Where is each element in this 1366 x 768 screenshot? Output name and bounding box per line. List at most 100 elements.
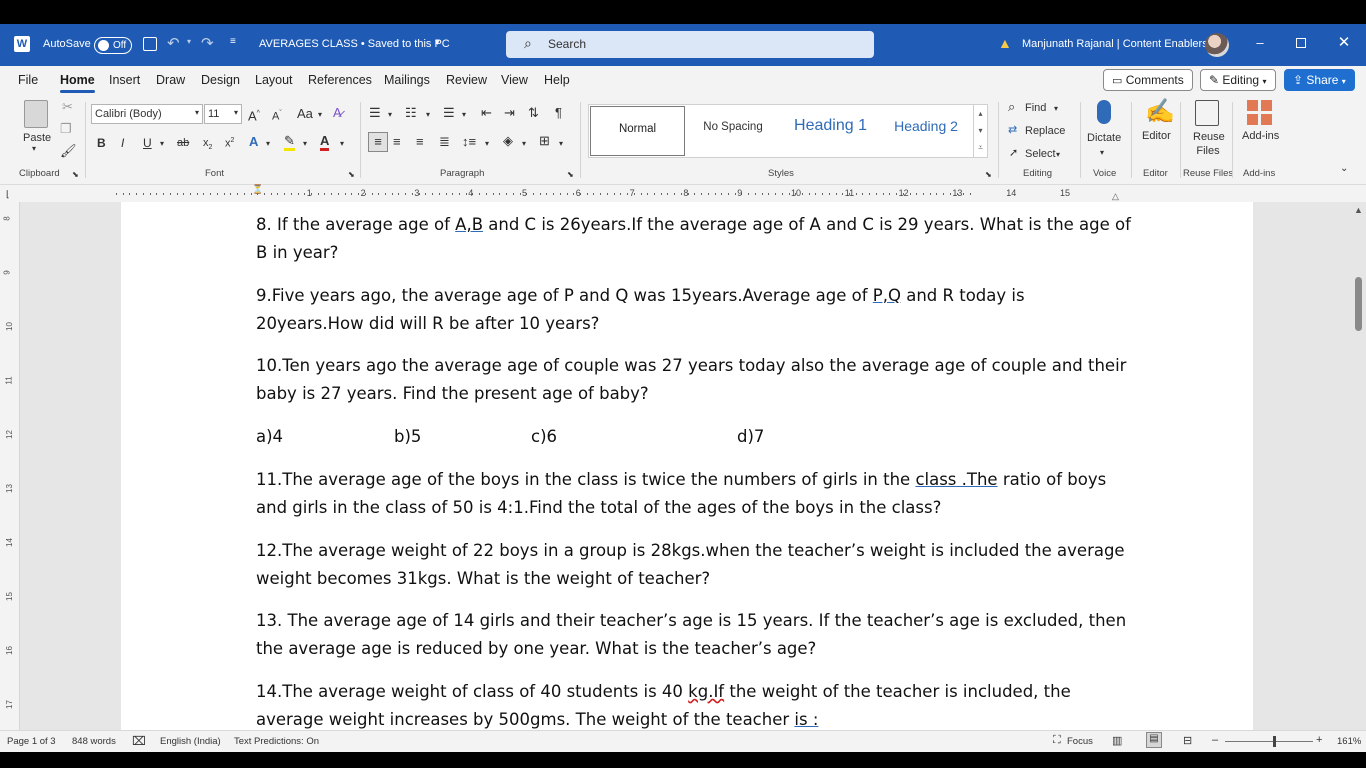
- underline-icon[interactable]: U: [143, 136, 152, 150]
- web-layout-icon[interactable]: ⊟: [1183, 734, 1192, 747]
- word-app-icon[interactable]: W: [14, 36, 30, 52]
- editor-icon[interactable]: ✍: [1145, 99, 1175, 125]
- chevron-down-icon[interactable]: ▾: [160, 137, 164, 151]
- restore-icon[interactable]: [1294, 36, 1308, 50]
- editing-mode-button[interactable]: ✎ Editing ▾: [1200, 69, 1276, 91]
- question-13[interactable]: 13. The average age of 14 girls and thei…: [256, 607, 1136, 663]
- chevron-down-icon[interactable]: ▾: [388, 108, 392, 122]
- minimize-icon[interactable]: –: [1253, 36, 1267, 50]
- share-button[interactable]: ⇪ Share ▾: [1284, 69, 1355, 91]
- font-color-icon[interactable]: A: [320, 134, 330, 151]
- save-icon[interactable]: [143, 37, 157, 51]
- tab-review[interactable]: Review: [446, 73, 487, 87]
- zoom-out-icon[interactable]: –: [1212, 734, 1218, 746]
- grow-font-icon[interactable]: A^: [248, 107, 260, 123]
- autosave-toggle[interactable]: Off: [94, 37, 132, 54]
- style-no-spacing[interactable]: No Spacing: [688, 105, 778, 157]
- chevron-down-icon[interactable]: ▾: [485, 137, 489, 151]
- strikethrough-icon[interactable]: ab: [177, 136, 189, 150]
- search-box[interactable]: ⌕ Search: [506, 31, 874, 58]
- replace-icon[interactable]: ⇄: [1008, 123, 1017, 137]
- redo-icon[interactable]: ↷: [201, 34, 214, 52]
- find-icon[interactable]: ⌕: [1008, 100, 1015, 114]
- styles-scroll[interactable]: ▴ ▾ ⩡: [973, 105, 987, 157]
- undo-dropdown-icon[interactable]: ▾: [187, 37, 191, 46]
- superscript-icon[interactable]: x2: [225, 134, 234, 151]
- customize-toolbar-icon[interactable]: ≡: [230, 36, 236, 47]
- chevron-down-icon[interactable]: ▾: [1056, 148, 1060, 162]
- print-layout-icon[interactable]: ▤: [1146, 732, 1162, 748]
- page-count[interactable]: Page 1 of 3: [7, 736, 56, 747]
- document-title[interactable]: AVERAGES CLASS • Saved to this PC: [259, 38, 450, 50]
- font-name-select[interactable]: Calibri (Body) ▾: [91, 104, 203, 124]
- sort-icon[interactable]: ⇅: [528, 106, 539, 120]
- font-size-select[interactable]: 11 ▾: [204, 104, 242, 124]
- more-styles-icon[interactable]: ⩡: [974, 139, 987, 156]
- reuse-files-icon[interactable]: [1195, 100, 1219, 126]
- add-ins-button[interactable]: Add-ins: [1242, 130, 1279, 142]
- focus-icon[interactable]: ⛶: [1053, 734, 1061, 747]
- replace-button[interactable]: Replace: [1025, 125, 1065, 137]
- focus-button[interactable]: Focus: [1067, 736, 1093, 747]
- vertical-scrollbar[interactable]: ▲: [1350, 202, 1366, 730]
- justify-icon[interactable]: ≣: [439, 135, 450, 149]
- chevron-down-icon[interactable]: ▾: [318, 108, 322, 122]
- tab-selector-icon[interactable]: ⌊: [6, 189, 10, 200]
- chevron-down-icon[interactable]: ▾: [266, 137, 270, 151]
- cut-icon[interactable]: ✂: [62, 100, 73, 114]
- style-heading-1[interactable]: Heading 1: [783, 105, 878, 157]
- microphone-icon[interactable]: [1097, 100, 1111, 124]
- tab-layout[interactable]: Layout: [255, 73, 293, 87]
- chevron-down-icon[interactable]: ▾: [426, 108, 430, 122]
- clear-formatting-icon[interactable]: A̷: [333, 106, 342, 120]
- zoom-slider-thumb[interactable]: [1273, 736, 1276, 747]
- align-left-icon[interactable]: ≡: [368, 132, 388, 152]
- question-10-options[interactable]: a)4 b)5 c)6 d)7: [256, 423, 1136, 451]
- warning-icon[interactable]: ▲: [998, 35, 1012, 51]
- horizontal-ruler[interactable]: ⌊ ⏳ △ 1 2 3 4 5 6 7 8 9 10 11 12 13 14 15: [0, 184, 1366, 202]
- line-spacing-icon[interactable]: ↕≡: [462, 135, 476, 149]
- document-page[interactable]: 8. If the average age of A,B and C is 26…: [121, 202, 1253, 730]
- borders-icon[interactable]: ⊞: [539, 134, 550, 148]
- highlight-icon[interactable]: ✎: [284, 134, 295, 151]
- paste-button[interactable]: Paste ▾: [22, 100, 52, 156]
- tab-view[interactable]: View: [501, 73, 528, 87]
- chevron-down-icon[interactable]: ▾: [462, 108, 466, 122]
- style-normal[interactable]: Normal: [590, 106, 685, 156]
- reuse-files-button[interactable]: Reuse Files: [1193, 130, 1225, 158]
- align-right-icon[interactable]: ≡: [416, 135, 424, 149]
- numbering-icon[interactable]: ☷: [405, 106, 417, 120]
- increase-indent-icon[interactable]: ⇥: [504, 106, 515, 120]
- italic-icon[interactable]: I: [121, 136, 124, 150]
- zoom-in-icon[interactable]: +: [1316, 734, 1322, 746]
- style-heading-2[interactable]: Heading 2: [881, 105, 971, 157]
- language[interactable]: English (India): [160, 736, 221, 747]
- question-12[interactable]: 12.The average weight of 22 boys in a gr…: [256, 537, 1136, 593]
- close-icon[interactable]: ✕: [1337, 35, 1351, 50]
- zoom-level[interactable]: 161%: [1337, 736, 1361, 747]
- tab-mailings[interactable]: Mailings: [384, 73, 430, 87]
- bold-icon[interactable]: B: [97, 136, 106, 150]
- chevron-down-icon[interactable]: ▾: [1054, 102, 1058, 116]
- chevron-down-icon[interactable]: ▾: [303, 137, 307, 151]
- tab-file[interactable]: File: [18, 73, 38, 87]
- question-14[interactable]: 14.The average weight of class of 40 stu…: [256, 678, 1136, 730]
- chevron-down-icon[interactable]: ▾: [1100, 146, 1104, 160]
- subscript-icon[interactable]: x2: [203, 136, 212, 155]
- add-ins-icon[interactable]: [1247, 100, 1272, 125]
- clipboard-launcher-icon[interactable]: ⬊: [72, 168, 79, 182]
- select-icon[interactable]: ➚: [1009, 146, 1018, 160]
- read-mode-icon[interactable]: ▥: [1112, 734, 1122, 747]
- chevron-down-icon[interactable]: ▾: [559, 137, 563, 151]
- question-10[interactable]: 10.Ten years ago the average age of coup…: [256, 352, 1136, 408]
- copy-icon[interactable]: ❐: [60, 122, 72, 136]
- question-8[interactable]: 8. If the average age of A,B and C is 26…: [256, 211, 1136, 267]
- chevron-down-icon[interactable]: ▾: [340, 137, 344, 151]
- vertical-ruler[interactable]: 8 9 10 11 12 13 14 15 16 17: [0, 202, 20, 730]
- right-indent-icon[interactable]: △: [1112, 191, 1119, 202]
- show-marks-icon[interactable]: ¶: [555, 106, 562, 120]
- decrease-indent-icon[interactable]: ⇤: [481, 106, 492, 120]
- tab-references[interactable]: References: [308, 73, 372, 87]
- tab-home[interactable]: Home: [60, 73, 95, 93]
- text-effects-icon[interactable]: A: [249, 135, 258, 149]
